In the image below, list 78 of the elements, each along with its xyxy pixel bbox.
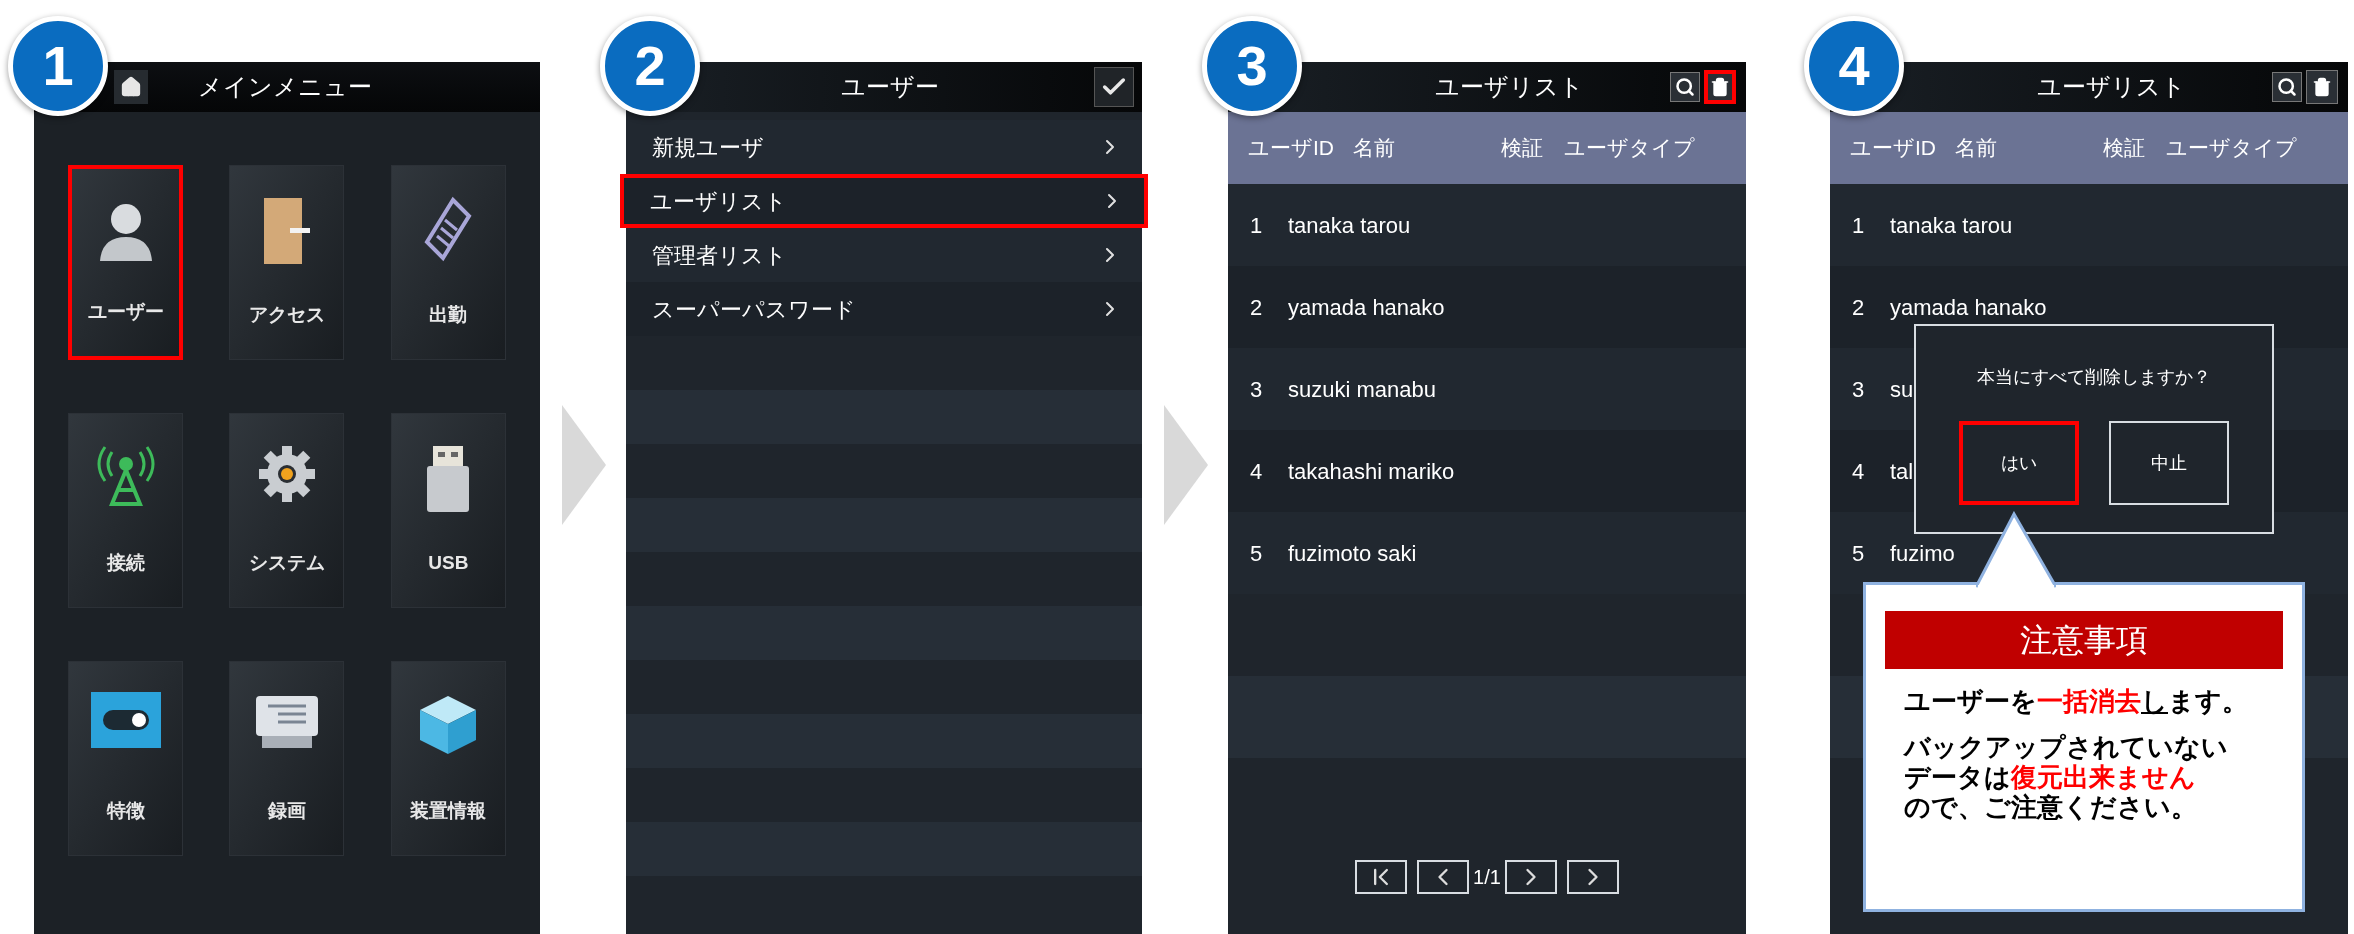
user-id: 1 xyxy=(1852,211,1866,240)
delete-button[interactable] xyxy=(1704,70,1736,104)
gear-icon xyxy=(257,444,317,504)
dialog-message: 本当にすべて削除しますか？ xyxy=(1977,366,2211,389)
previous-page-button[interactable] xyxy=(1417,860,1470,894)
door-icon xyxy=(262,196,312,266)
callout-title: 注意事項 xyxy=(1885,611,2283,669)
column-header: ユーザタイプ xyxy=(2166,135,2297,162)
column-header: ユーザタイプ xyxy=(1564,135,1695,162)
user-id: 1 xyxy=(1250,211,1264,240)
dialog-button[interactable]: はい xyxy=(1959,421,2079,505)
user-name: fuzimoto saki xyxy=(1288,539,1417,568)
menu-tile[interactable]: 装置情報 xyxy=(390,661,506,856)
trash-icon xyxy=(2312,77,2332,97)
callout-text-line: データは復元出来ません xyxy=(1904,762,2196,793)
confirm-button[interactable] xyxy=(1094,67,1134,107)
menu-row[interactable]: 新規ユーザ xyxy=(626,120,1142,174)
user-id: 4 xyxy=(1250,457,1264,486)
next-step-arrow-icon xyxy=(562,405,606,525)
column-header: ユーザID xyxy=(1248,135,1335,162)
home-icon xyxy=(120,76,142,98)
user-id: 2 xyxy=(1852,293,1866,322)
column-header: ユーザID xyxy=(1850,135,1937,162)
callout-text-line: ので、ご注意ください。 xyxy=(1904,792,2198,823)
user-id: 5 xyxy=(1250,539,1264,568)
next-step-arrow-icon xyxy=(1164,405,1208,525)
user-name: tanaka tarou xyxy=(1288,211,1411,240)
screen-title: ユーザー xyxy=(841,72,939,102)
column-header: 名前 xyxy=(1955,135,1998,162)
column-header: 検証 xyxy=(2103,135,2146,162)
delete-button[interactable] xyxy=(2306,70,2338,104)
menu-tile[interactable]: 出勤 xyxy=(390,165,506,360)
user-id: 5 xyxy=(1852,539,1866,568)
screen-title: ユーザリスト xyxy=(1433,72,1585,102)
home-button[interactable] xyxy=(114,70,148,104)
user-name: fuzimo xyxy=(1890,539,1955,568)
antenna-icon xyxy=(95,444,156,508)
last-page-button[interactable] xyxy=(1566,860,1619,894)
user-id: 2 xyxy=(1250,293,1264,322)
menu-tile[interactable]: ユーザー xyxy=(68,165,184,360)
user-row[interactable]: 3 suzuki manabu xyxy=(1228,348,1746,430)
user-name: yamada hanako xyxy=(1890,293,2047,322)
page-indicator: 1/1 xyxy=(1473,865,1501,890)
screen-title: メインメニュー xyxy=(198,72,372,102)
column-header: 検証 xyxy=(1501,135,1544,162)
user-name: suzuki manabu xyxy=(1288,375,1436,404)
menu-row[interactable]: 管理者リスト xyxy=(626,228,1142,282)
user-id: 3 xyxy=(1250,375,1264,404)
dialog-button[interactable]: 中止 xyxy=(2109,421,2229,505)
search-icon xyxy=(1675,77,1695,97)
menu-row[interactable]: ユーザリスト xyxy=(620,174,1148,228)
menu-tile[interactable]: 接続 xyxy=(68,413,184,608)
user-name: tal xyxy=(1890,457,1914,486)
screen-title: ユーザリスト xyxy=(2035,72,2187,102)
user-id: 4 xyxy=(1852,457,1866,486)
search-button[interactable] xyxy=(1670,72,1700,102)
user-id: 3 xyxy=(1852,375,1866,404)
menu-tile[interactable]: 録画 xyxy=(229,661,345,856)
user-name: takahashi mariko xyxy=(1288,457,1455,486)
column-header: 名前 xyxy=(1353,135,1396,162)
toggle-icon xyxy=(90,692,161,748)
trash-icon xyxy=(1710,77,1730,97)
user-name: yamada hanako xyxy=(1288,293,1445,322)
menu-tile[interactable]: システム xyxy=(229,413,345,608)
menu-tile[interactable]: アクセス xyxy=(229,165,345,360)
user-name: tanaka tarou xyxy=(1890,211,2013,240)
user-row[interactable]: 1 tanaka tarou xyxy=(1830,184,2348,266)
callout-text-line: ユーザーを一括消去し ます。 xyxy=(1904,687,2249,717)
first-page-button[interactable] xyxy=(1355,860,1408,894)
search-button[interactable] xyxy=(2272,72,2302,102)
callout-text-line: バックアップされていない xyxy=(1904,732,2229,763)
menu-tile[interactable]: USB xyxy=(390,413,506,608)
next-page-button[interactable] xyxy=(1504,860,1557,894)
user-row[interactable]: 1 tanaka tarou xyxy=(1228,184,1746,266)
user-name: su xyxy=(1890,375,1914,404)
user-row[interactable]: 5 fuzimoto saki xyxy=(1228,512,1746,594)
menu-tile[interactable]: 特徴 xyxy=(68,661,184,856)
search-icon xyxy=(2277,77,2297,97)
